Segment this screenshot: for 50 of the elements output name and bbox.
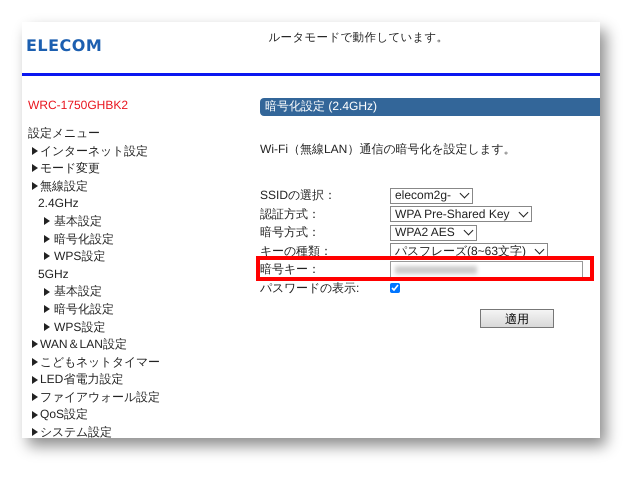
select-dropdown[interactable]: WPA Pre-Shared Key — [390, 206, 532, 222]
status-text: ルータモードで動作しています。 — [268, 32, 448, 46]
select-dropdown[interactable]: WPA2 AES — [390, 224, 477, 241]
triangle-icon — [44, 288, 50, 296]
apply-button[interactable]: 適用 — [480, 309, 554, 328]
show-password-checkbox[interactable] — [390, 283, 400, 294]
menu-group-label: 2.4GHz — [38, 196, 79, 211]
field-label: 認証方式： — [260, 206, 321, 222]
triangle-icon — [44, 322, 50, 331]
menu-group-label: 5GHz — [38, 266, 69, 282]
menu-link[interactable]: インターネット設定 — [40, 144, 148, 158]
menu-link[interactable]: WPS設定 — [54, 249, 106, 264]
field-label: 暗号キー： — [260, 262, 321, 277]
field-label: キーの種類： — [260, 244, 333, 258]
triangle-icon — [44, 234, 50, 243]
menu-link[interactable]: QoS設定 — [40, 407, 88, 422]
menu-link[interactable]: 暗号化設定 — [54, 302, 114, 316]
menu-link[interactable]: モード変更 — [40, 161, 100, 176]
select-dropdown[interactable]: elecom2g- — [390, 188, 474, 204]
section-title-bar: 暗号化設定 (2.4GHz) — [260, 98, 600, 116]
menu-link[interactable]: 無線設定 — [40, 178, 88, 194]
menu-link[interactable]: システム設定 — [40, 425, 112, 438]
menu-link[interactable]: 暗号化設定 — [54, 232, 114, 246]
triangle-icon — [32, 393, 38, 402]
menu-link[interactable]: 基本設定 — [54, 284, 102, 299]
triangle-icon — [44, 305, 50, 314]
model-name: WRC-1750GHBK2 — [28, 98, 130, 112]
field-label: 暗号方式： — [260, 225, 321, 240]
description-text: Wi-Fi（無線LAN）通信の暗号化を設定します。 — [260, 142, 516, 156]
field-label: SSIDの選択： — [260, 188, 338, 203]
menu-link[interactable]: LED省電力設定 — [40, 372, 124, 387]
menu-link[interactable]: こどもネットタイマー — [40, 354, 160, 370]
menu-link[interactable]: WPS設定 — [54, 320, 106, 334]
brand-logo: ELECOM — [26, 36, 102, 55]
menu-title: 設定メニュー — [28, 124, 101, 142]
triangle-icon — [32, 164, 38, 172]
triangle-icon — [32, 428, 38, 436]
triangle-icon — [32, 410, 38, 419]
triangle-icon — [32, 340, 38, 348]
triangle-icon — [32, 358, 38, 366]
field-label: パスワードの表示: — [260, 280, 360, 296]
triangle-icon — [32, 146, 38, 155]
triangle-icon — [32, 376, 38, 384]
triangle-icon — [44, 217, 50, 226]
menu-link[interactable]: 基本設定 — [54, 214, 102, 228]
key-input-field[interactable] — [390, 261, 583, 278]
menu-link[interactable]: ファイアウォール設定 — [40, 390, 160, 404]
menu-link[interactable]: WAN＆LAN設定 — [40, 337, 127, 352]
triangle-icon — [44, 252, 50, 260]
triangle-icon — [32, 182, 38, 190]
